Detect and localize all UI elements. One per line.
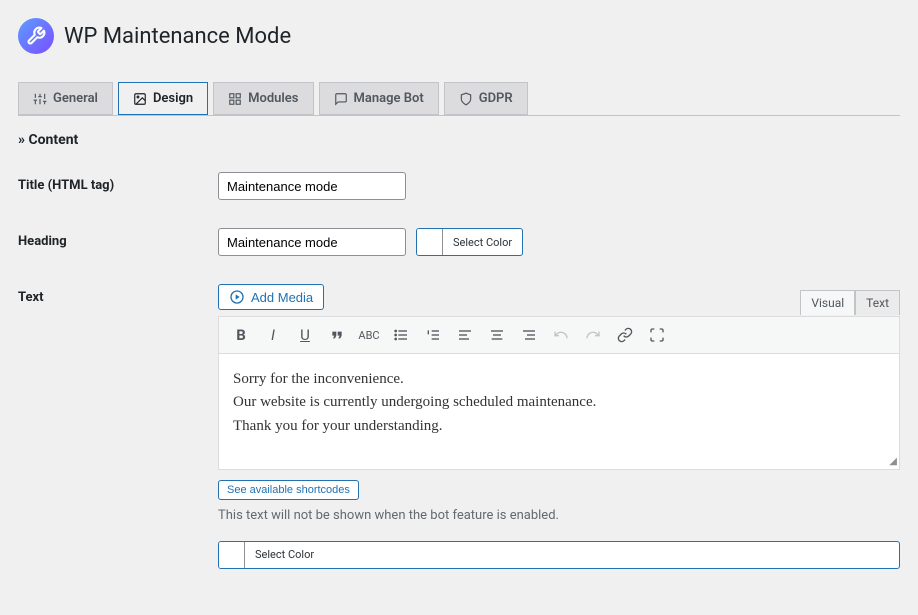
shield-icon: [459, 92, 473, 106]
editor-content[interactable]: Sorry for the inconvenience. Our website…: [219, 354, 899, 456]
text-color-button[interactable]: Select Color: [218, 541, 900, 569]
chat-icon: [334, 92, 348, 106]
see-shortcodes-button[interactable]: See available shortcodes: [218, 480, 359, 500]
section-title: » Content: [18, 132, 900, 148]
editor-line: Sorry for the inconvenience.: [233, 368, 885, 391]
row-title: Title (HTML tag): [18, 172, 900, 200]
resize-handle-icon[interactable]: ◢: [219, 456, 899, 469]
editor-tab-text[interactable]: Text: [855, 290, 900, 315]
row-heading: Heading Select Color: [18, 228, 900, 256]
text-label: Text: [18, 284, 218, 305]
heading-color-button[interactable]: Select Color: [416, 228, 523, 256]
tab-divider: [18, 115, 900, 116]
add-media-label: Add Media: [251, 290, 313, 305]
editor-toolbar: B I U ABC: [219, 317, 899, 354]
editor-line: Our website is currently undergoing sche…: [233, 391, 885, 414]
tab-label: Manage Bot: [354, 91, 424, 106]
editor-mode-tabs: Visual Text: [800, 290, 900, 315]
page-title: WP Maintenance Mode: [64, 24, 291, 49]
bullet-list-button[interactable]: [389, 323, 413, 347]
tab-general[interactable]: General: [18, 82, 113, 115]
tab-label: Modules: [248, 91, 298, 106]
color-swatch-icon: [219, 542, 245, 568]
editor-line: Thank you for your understanding.: [233, 415, 885, 438]
fullscreen-button[interactable]: [645, 323, 669, 347]
align-left-button[interactable]: [453, 323, 477, 347]
tab-label: GDPR: [479, 91, 513, 106]
grid-icon: [228, 92, 242, 106]
heading-input[interactable]: [218, 228, 406, 256]
title-input[interactable]: [218, 172, 406, 200]
tab-design[interactable]: Design: [118, 82, 208, 115]
numbered-list-button[interactable]: [421, 323, 445, 347]
redo-button[interactable]: [581, 323, 605, 347]
image-icon: [133, 92, 147, 106]
tab-modules[interactable]: Modules: [213, 82, 313, 115]
media-icon: [229, 289, 245, 305]
editor-tab-visual[interactable]: Visual: [800, 290, 855, 315]
text-editor: B I U ABC Sorry for the inconvenience. O…: [218, 316, 900, 470]
italic-button[interactable]: I: [261, 323, 285, 347]
heading-label: Heading: [18, 228, 218, 249]
color-button-label: Select Color: [245, 548, 324, 561]
page-header: WP Maintenance Mode: [18, 18, 900, 54]
link-button[interactable]: [613, 323, 637, 347]
sliders-icon: [33, 92, 47, 106]
underline-button[interactable]: U: [293, 323, 317, 347]
color-swatch-icon: [417, 229, 443, 255]
title-label: Title (HTML tag): [18, 172, 218, 193]
help-text: This text will not be shown when the bot…: [218, 508, 900, 523]
align-right-button[interactable]: [517, 323, 541, 347]
undo-button[interactable]: [549, 323, 573, 347]
plugin-logo-icon: [18, 18, 54, 54]
row-text: Text Add Media Visual Text B I U ABC: [18, 284, 900, 569]
align-center-button[interactable]: [485, 323, 509, 347]
quote-button[interactable]: [325, 323, 349, 347]
color-button-label: Select Color: [443, 236, 522, 249]
add-media-button[interactable]: Add Media: [218, 284, 324, 310]
tab-gdpr[interactable]: GDPR: [444, 82, 528, 115]
strikethrough-button[interactable]: ABC: [357, 323, 381, 347]
tab-bar: General Design Modules Manage Bot GDPR: [18, 82, 900, 115]
tab-label: General: [53, 91, 98, 106]
tab-label: Design: [153, 91, 193, 106]
tab-manage-bot[interactable]: Manage Bot: [319, 82, 439, 115]
bold-button[interactable]: B: [229, 323, 253, 347]
